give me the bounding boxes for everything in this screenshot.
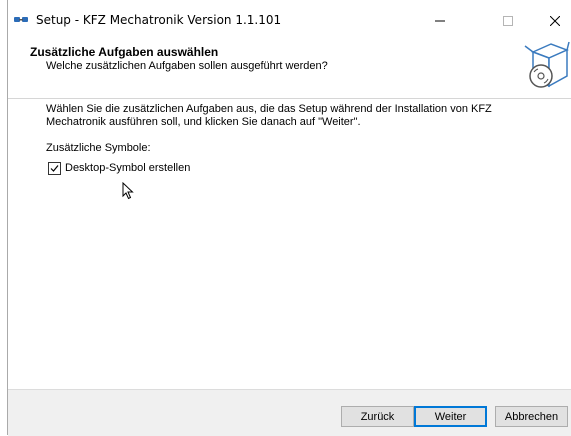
desktop-icon-checkbox[interactable] [48, 161, 61, 175]
mouse-pointer-icon [122, 182, 134, 200]
checkmark-icon [50, 164, 59, 172]
wizard-footer: Zurück Weiter Abbrechen [8, 389, 571, 436]
setup-window: Setup - KFZ Mechatronik Version 1.1.101 … [7, 0, 571, 436]
window-title: Setup - KFZ Mechatronik Version 1.1.101 [36, 13, 282, 27]
close-icon [550, 16, 560, 26]
cancel-button[interactable]: Abbrechen [495, 406, 568, 427]
title-bar[interactable]: Setup - KFZ Mechatronik Version 1.1.101 [8, 0, 571, 40]
wizard-header: Zusätzliche Aufgaben auswählen Welche zu… [8, 40, 571, 99]
next-button[interactable]: Weiter [414, 406, 487, 427]
back-button[interactable]: Zurück [341, 406, 414, 427]
page-title: Zusätzliche Aufgaben auswählen [30, 45, 219, 59]
minimize-button[interactable] [417, 6, 463, 36]
maximize-button[interactable] [485, 6, 531, 36]
instructions-text: Wählen Sie die zusätzlichen Aufgaben aus… [46, 103, 492, 128]
cd-box-install-icon [524, 41, 570, 88]
page-subtitle: Welche zusätzlichen Aufgaben sollen ausg… [46, 60, 328, 72]
close-button[interactable] [532, 6, 571, 36]
group-label-symbols: Zusätzliche Symbole: [46, 142, 151, 154]
setup-app-icon [14, 17, 28, 22]
maximize-icon [503, 16, 513, 26]
wizard-content: Wählen Sie die zusätzlichen Aufgaben aus… [8, 99, 571, 389]
desktop-icon-label: Desktop-Symbol erstellen [65, 162, 191, 174]
minimize-icon [435, 20, 445, 22]
task-desktop-icon[interactable]: Desktop-Symbol erstellen [48, 160, 190, 176]
